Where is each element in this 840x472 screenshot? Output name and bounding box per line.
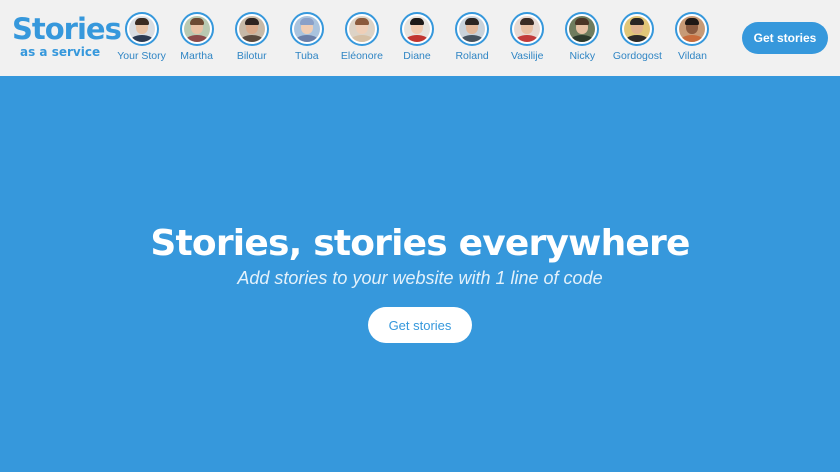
top-bar: Stories as a service Your Story Martha B… — [0, 0, 840, 76]
avatar[interactable] — [675, 12, 710, 46]
story-name: Vasilije — [510, 50, 544, 62]
story-name: Martha — [180, 50, 213, 62]
story-item[interactable]: Tuba — [279, 12, 334, 68]
story-item[interactable]: Nicky — [555, 12, 610, 68]
hero-get-stories-button[interactable]: Get stories — [368, 307, 472, 343]
story-name: Bilotur — [236, 50, 267, 62]
get-stories-button[interactable]: Get stories — [742, 22, 828, 54]
hero-title: Stories, stories everywhere — [150, 223, 690, 264]
story-item[interactable]: Diane — [389, 12, 444, 68]
story-item[interactable]: Gordogost — [610, 12, 665, 68]
story-strip: Your Story Martha Bilotur Tuba Eléonore … — [114, 12, 720, 68]
avatar[interactable] — [620, 12, 655, 46]
story-name: Eléonore — [340, 50, 383, 62]
story-item[interactable]: Vasilije — [500, 12, 555, 68]
avatar[interactable] — [234, 12, 269, 46]
avatar[interactable] — [565, 12, 600, 46]
story-name: Nicky — [569, 50, 596, 62]
avatar[interactable] — [400, 12, 435, 46]
avatar[interactable] — [124, 12, 159, 46]
story-item[interactable]: Roland — [445, 12, 500, 68]
story-item[interactable]: Bilotur — [224, 12, 279, 68]
story-name: Diane — [403, 50, 431, 62]
brand-logo[interactable]: Stories as a service — [12, 12, 122, 62]
avatar[interactable] — [344, 12, 379, 46]
hero-subtitle: Add stories to your website with 1 line … — [237, 268, 603, 288]
hero-section: Stories, stories everywhere Add stories … — [0, 76, 840, 472]
avatar[interactable] — [455, 12, 490, 46]
story-name: Tuba — [295, 50, 319, 62]
story-item[interactable]: Martha — [169, 12, 224, 68]
avatar[interactable] — [510, 12, 545, 46]
avatar[interactable] — [179, 12, 214, 46]
story-name: Gordogost — [612, 50, 662, 62]
brand-tagline: as a service — [20, 45, 101, 59]
story-name: Roland — [455, 50, 489, 62]
story-item[interactable]: Vildan — [665, 12, 720, 68]
story-item[interactable]: Your Story — [114, 12, 169, 68]
story-name: Vildan — [677, 50, 707, 62]
avatar[interactable] — [289, 12, 324, 46]
brand-name: Stories — [12, 12, 122, 46]
story-item[interactable]: Eléonore — [334, 12, 389, 68]
story-name: Your Story — [117, 50, 166, 62]
